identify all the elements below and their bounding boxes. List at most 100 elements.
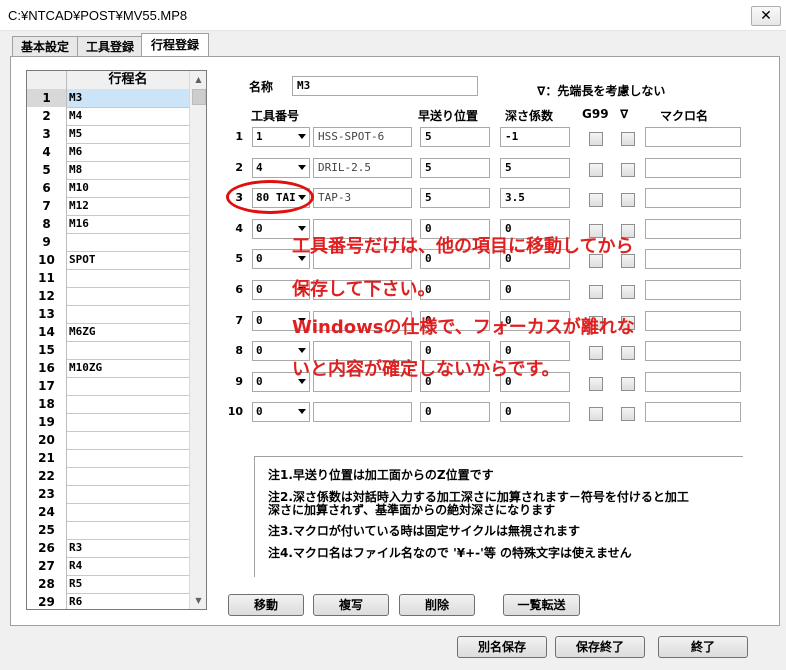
- list-item[interactable]: 9: [27, 233, 189, 252]
- exit-button[interactable]: 終了: [658, 636, 748, 658]
- chevron-down-icon[interactable]: [298, 348, 306, 353]
- macro-name-input[interactable]: [645, 341, 741, 361]
- list-item[interactable]: 19: [27, 413, 189, 432]
- macro-name-input[interactable]: [645, 372, 741, 392]
- list-item[interactable]: 1 M3: [27, 89, 189, 108]
- list-item[interactable]: 12: [27, 287, 189, 306]
- list-item-name: M6ZG: [69, 325, 96, 338]
- annotation-line-2: 保存して下さい。: [292, 279, 436, 300]
- list-item[interactable]: 25: [27, 521, 189, 540]
- macro-name-input[interactable]: [645, 402, 741, 422]
- list-item-name: [67, 431, 189, 449]
- tab-label: 行程登録: [150, 38, 199, 52]
- nabla-checkbox[interactable]: [621, 163, 635, 177]
- macro-name-input[interactable]: [645, 188, 741, 208]
- list-item[interactable]: 2 M4: [27, 107, 189, 126]
- tab-process-registration[interactable]: 行程登録: [141, 33, 209, 57]
- list-item[interactable]: 24: [27, 503, 189, 522]
- chevron-down-icon[interactable]: [298, 226, 306, 231]
- list-item[interactable]: 3 M5: [27, 125, 189, 144]
- list-item[interactable]: 5 M8: [27, 161, 189, 180]
- list-item[interactable]: 13: [27, 305, 189, 324]
- tool-number-select[interactable]: 1: [252, 127, 310, 147]
- process-list[interactable]: 行程名 1 M3 2 M4 3 M5 4 M6 5 M8 6 M10 7 M12 8 M16 9 10 SPOT 11…: [26, 70, 207, 610]
- depth-factor-input[interactable]: 3.5: [500, 188, 570, 208]
- list-item[interactable]: 28 R5: [27, 575, 189, 594]
- list-item[interactable]: 16 M10ZG: [27, 359, 189, 378]
- list-item[interactable]: 23: [27, 485, 189, 504]
- rapid-position-input[interactable]: 5: [420, 188, 490, 208]
- list-item[interactable]: 7 M12: [27, 197, 189, 216]
- g99-checkbox[interactable]: [589, 285, 603, 299]
- list-item[interactable]: 10 SPOT: [27, 251, 189, 270]
- list-transfer-button[interactable]: 一覧転送: [503, 594, 580, 616]
- list-item[interactable]: 15: [27, 341, 189, 360]
- list-item[interactable]: 29 R6: [27, 593, 189, 609]
- tool-number-select[interactable]: 0: [252, 402, 310, 422]
- name-input[interactable]: M3: [292, 76, 478, 96]
- list-item[interactable]: 4 M6: [27, 143, 189, 162]
- macro-name-input[interactable]: [645, 127, 741, 147]
- nabla-checkbox[interactable]: [621, 193, 635, 207]
- depth-factor-input[interactable]: -1: [500, 127, 570, 147]
- list-item[interactable]: 26 R3: [27, 539, 189, 558]
- g99-checkbox[interactable]: [589, 163, 603, 177]
- list-item-number: 27: [27, 557, 67, 575]
- list-item-name: R6: [69, 595, 83, 608]
- list-item[interactable]: 22: [27, 467, 189, 486]
- rapid-position-input[interactable]: 5: [420, 127, 490, 147]
- step-number: 2: [235, 161, 243, 174]
- list-item-name: M5: [69, 127, 83, 140]
- nabla-checkbox[interactable]: [621, 377, 635, 391]
- list-item[interactable]: 20: [27, 431, 189, 450]
- tool-name-field: HSS-SPOT-6: [313, 127, 412, 147]
- macro-name-input[interactable]: [645, 158, 741, 178]
- g99-checkbox[interactable]: [589, 346, 603, 360]
- chevron-down-icon[interactable]: [298, 134, 306, 139]
- g99-checkbox[interactable]: [589, 132, 603, 146]
- macro-name-input[interactable]: [645, 280, 741, 300]
- tool-number-select[interactable]: 4: [252, 158, 310, 178]
- depth-factor-input[interactable]: 0: [500, 402, 570, 422]
- list-item[interactable]: 27 R4: [27, 557, 189, 576]
- chevron-down-icon[interactable]: [298, 165, 306, 170]
- list-item[interactable]: 6 M10: [27, 179, 189, 198]
- scroll-thumb[interactable]: [192, 89, 206, 105]
- nabla-checkbox[interactable]: [621, 407, 635, 421]
- tool-number-value: 0: [256, 344, 263, 357]
- save-exit-button[interactable]: 保存終了: [555, 636, 645, 658]
- save-as-button[interactable]: 別名保存: [457, 636, 547, 658]
- macro-name-input[interactable]: [645, 311, 741, 331]
- list-item[interactable]: 11: [27, 269, 189, 288]
- list-scrollbar[interactable]: ▲ ▼: [189, 71, 206, 609]
- list-item[interactable]: 8 M16: [27, 215, 189, 234]
- list-item[interactable]: 14 M6ZG: [27, 323, 189, 342]
- nabla-checkbox[interactable]: [621, 346, 635, 360]
- tab-basic-settings[interactable]: 基本設定: [12, 36, 78, 57]
- rapid-position-input[interactable]: 5: [420, 158, 490, 178]
- list-item[interactable]: 21: [27, 449, 189, 468]
- tab-tool-registration[interactable]: 工具登録: [77, 36, 143, 57]
- g99-checkbox[interactable]: [589, 377, 603, 391]
- nabla-checkbox[interactable]: [621, 285, 635, 299]
- scroll-up-icon[interactable]: ▲: [190, 71, 206, 88]
- copy-button[interactable]: 複写: [313, 594, 389, 616]
- close-button[interactable]: ✕: [751, 6, 781, 26]
- depth-factor-input[interactable]: 0: [500, 280, 570, 300]
- delete-button[interactable]: 削除: [399, 594, 475, 616]
- depth-factor-input[interactable]: 5: [500, 158, 570, 178]
- list-item[interactable]: 18: [27, 395, 189, 414]
- g99-checkbox[interactable]: [589, 407, 603, 421]
- nabla-checkbox[interactable]: [621, 132, 635, 146]
- list-item[interactable]: 17: [27, 377, 189, 396]
- g99-checkbox[interactable]: [589, 193, 603, 207]
- rapid-position-input[interactable]: 0: [420, 402, 490, 422]
- chevron-down-icon[interactable]: [298, 409, 306, 414]
- tool-number-value: 0: [256, 252, 263, 265]
- move-button[interactable]: 移動: [228, 594, 304, 616]
- scroll-down-icon[interactable]: ▼: [190, 592, 206, 609]
- list-item-name: R4: [69, 559, 83, 572]
- macro-name-input[interactable]: [645, 219, 741, 239]
- macro-name-input[interactable]: [645, 249, 741, 269]
- annotation-line-1: 工具番号だけは、他の項目に移動してから: [292, 236, 634, 257]
